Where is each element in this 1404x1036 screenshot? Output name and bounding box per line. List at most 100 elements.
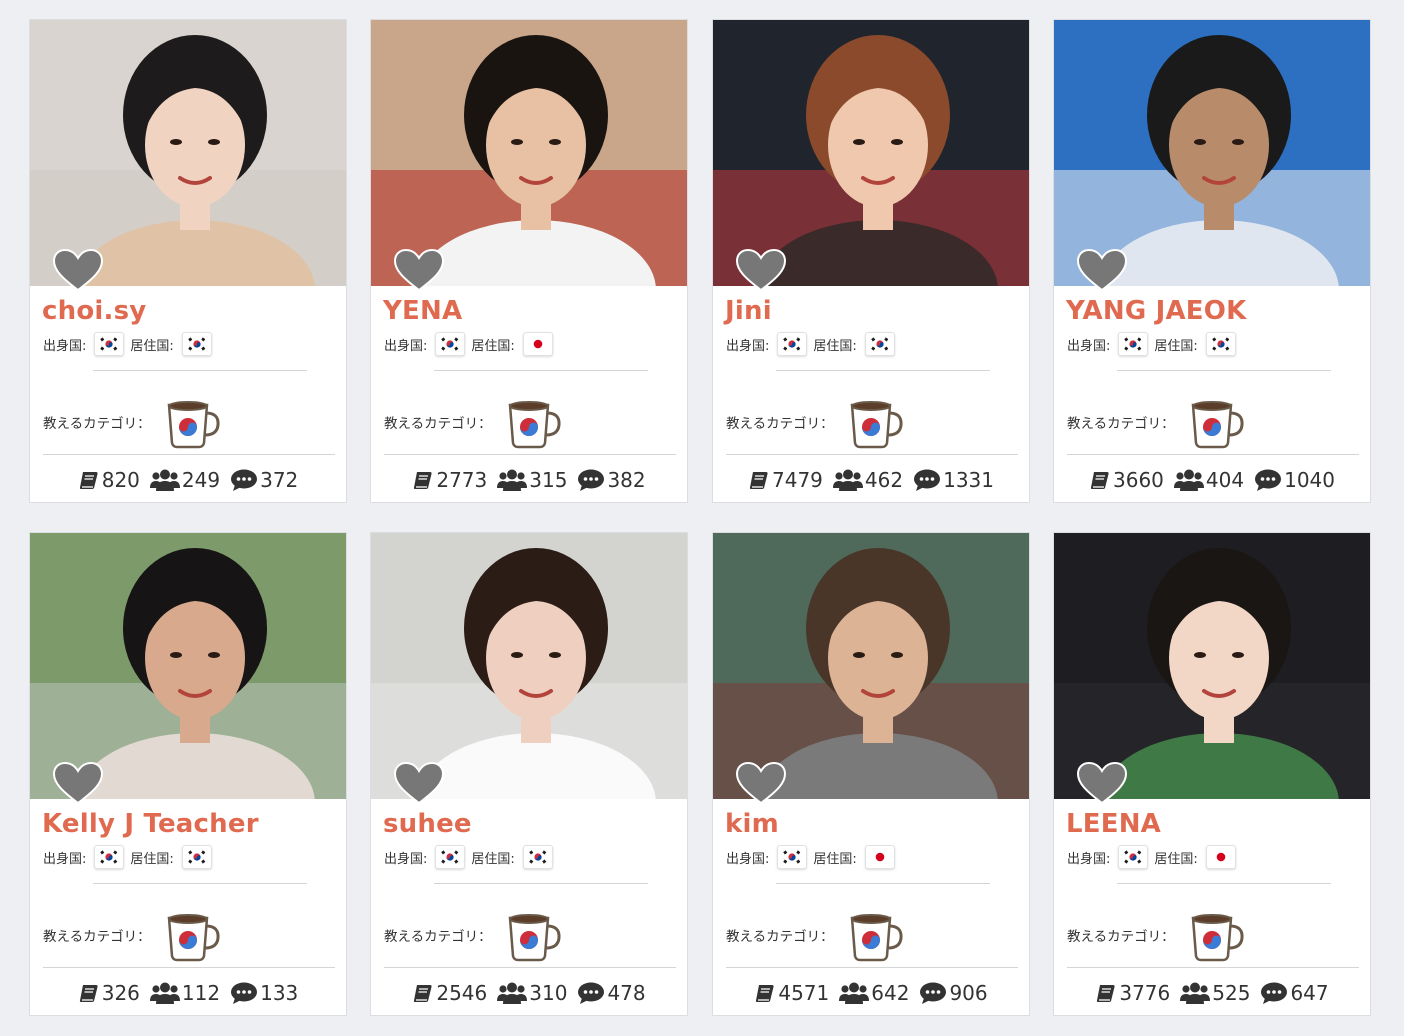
book-icon [1095,982,1117,1004]
divider [43,454,335,455]
korea-flag-icon [1205,332,1236,356]
students-count: 462 [864,468,904,492]
teacher-card[interactable]: kim 出身国: 居住国: 教えるカテゴリ： 4571 642 906 [712,532,1030,1016]
comment-icon [913,468,941,492]
lessons-stat: 326 [78,981,140,1005]
japan-flag-icon [1205,845,1236,869]
lessons-count: 3660 [1113,468,1164,492]
category-label: 教えるカテゴリ： [1067,929,1175,945]
residence-label: 居住国: [471,338,515,354]
korea-flag-icon [864,332,895,356]
students-stat: 642 [839,981,909,1005]
students-count: 642 [871,981,910,1005]
divider [1067,967,1359,968]
reviews-count: 647 [1290,981,1329,1005]
korea-flag-icon [1118,845,1149,869]
teacher-photo[interactable] [371,20,687,286]
korean-coffee-cup-icon[interactable] [1185,393,1247,451]
users-icon [832,468,863,492]
students-stat: 525 [1180,981,1250,1005]
book-icon [412,469,434,491]
lessons-stat: 7479 [748,468,823,492]
teacher-card[interactable]: choi.sy 出身国: 居住国: 教えるカテゴリ： 820 249 372 [29,19,347,503]
category-row: 教えるカテゴリ： [1067,905,1247,965]
origin-label: 出身国: [43,851,87,867]
category-label: 教えるカテゴリ： [726,929,834,945]
teacher-photo[interactable] [1054,20,1370,286]
students-count: 404 [1205,468,1245,492]
teacher-name[interactable]: LEENA [1066,809,1161,839]
teacher-photo[interactable] [713,533,1029,799]
reviews-count: 1331 [943,468,994,492]
users-icon [839,981,870,1005]
teacher-card[interactable]: suhee 出身国: 居住国: 教えるカテゴリ： 2546 310 478 [370,532,688,1016]
category-label: 教えるカテゴリ： [43,416,151,432]
korea-flag-icon [777,845,808,869]
lessons-count: 820 [101,468,140,492]
comment-icon [919,981,947,1005]
divider [384,967,676,968]
korean-coffee-cup-icon[interactable] [502,393,564,451]
category-label: 教えるカテゴリ： [384,416,492,432]
students-count: 525 [1212,981,1251,1005]
teacher-photo[interactable] [1054,533,1370,799]
teacher-name[interactable]: YENA [383,296,462,326]
divider [776,883,990,884]
korean-coffee-cup-icon[interactable] [161,393,223,451]
heart-icon[interactable] [52,761,104,805]
teacher-name[interactable]: YANG JAEOK [1066,296,1246,326]
heart-icon[interactable] [735,761,787,805]
origin-label: 出身国: [726,851,770,867]
heart-icon[interactable] [1076,248,1128,292]
korean-coffee-cup-icon[interactable] [844,393,906,451]
stats-row: 3776 525 647 [1054,979,1370,1007]
teacher-name[interactable]: suhee [383,809,472,839]
students-count: 315 [529,468,568,492]
teacher-photo[interactable] [30,20,346,286]
heart-icon[interactable] [735,248,787,292]
origin-label: 出身国: [726,338,770,354]
korean-coffee-cup-icon[interactable] [502,906,564,964]
students-count: 249 [181,468,221,492]
divider [434,370,648,371]
category-label: 教えるカテゴリ： [43,929,151,945]
teacher-name[interactable]: choi.sy [42,296,146,326]
teacher-photo[interactable] [30,533,346,799]
teacher-name[interactable]: Kelly J Teacher [42,809,259,839]
origin-label: 出身国: [384,851,428,867]
heart-icon[interactable] [52,248,104,292]
teacher-card[interactable]: Jini 出身国: 居住国: 教えるカテゴリ： 7479 462 1331 [712,19,1030,503]
korean-coffee-cup-icon[interactable] [844,906,906,964]
country-row: 出身国: 居住国: [1067,332,1242,356]
korea-flag-icon [94,845,125,869]
category-row: 教えるカテゴリ： [726,905,906,965]
teacher-photo[interactable] [371,533,687,799]
korean-coffee-cup-icon[interactable] [1185,906,1247,964]
users-icon [149,981,180,1005]
divider [384,454,676,455]
reviews-stat: 1040 [1254,468,1335,492]
heart-icon[interactable] [1076,761,1128,805]
comment-icon [1254,468,1282,492]
stats-row: 4571 642 906 [713,979,1029,1007]
teacher-name[interactable]: kim [725,809,779,839]
teacher-card[interactable]: YENA 出身国: 居住国: 教えるカテゴリ： 2773 315 382 [370,19,688,503]
users-icon [497,468,528,492]
lessons-count: 3776 [1119,981,1171,1005]
korean-coffee-cup-icon[interactable] [161,906,223,964]
lessons-count: 7479 [772,468,823,492]
teacher-card[interactable]: YANG JAEOK 出身国: 居住国: 教えるカテゴリ： 3660 404 1040 [1053,19,1371,503]
teacher-card[interactable]: Kelly J Teacher 出身国: 居住国: 教えるカテゴリ： 326 112 133 [29,532,347,1016]
reviews-stat: 906 [919,981,988,1005]
reviews-count: 478 [607,981,646,1005]
teacher-name[interactable]: Jini [725,296,772,326]
heart-icon[interactable] [393,761,445,805]
heart-icon[interactable] [393,248,445,292]
teacher-photo[interactable] [713,20,1029,286]
residence-label: 居住国: [1154,338,1198,354]
lessons-count: 326 [101,981,140,1005]
reviews-count: 906 [949,981,988,1005]
teacher-card[interactable]: LEENA 出身国: 居住国: 教えるカテゴリ： 3776 525 647 [1053,532,1371,1016]
divider [726,967,1018,968]
korea-flag-icon [94,332,125,356]
